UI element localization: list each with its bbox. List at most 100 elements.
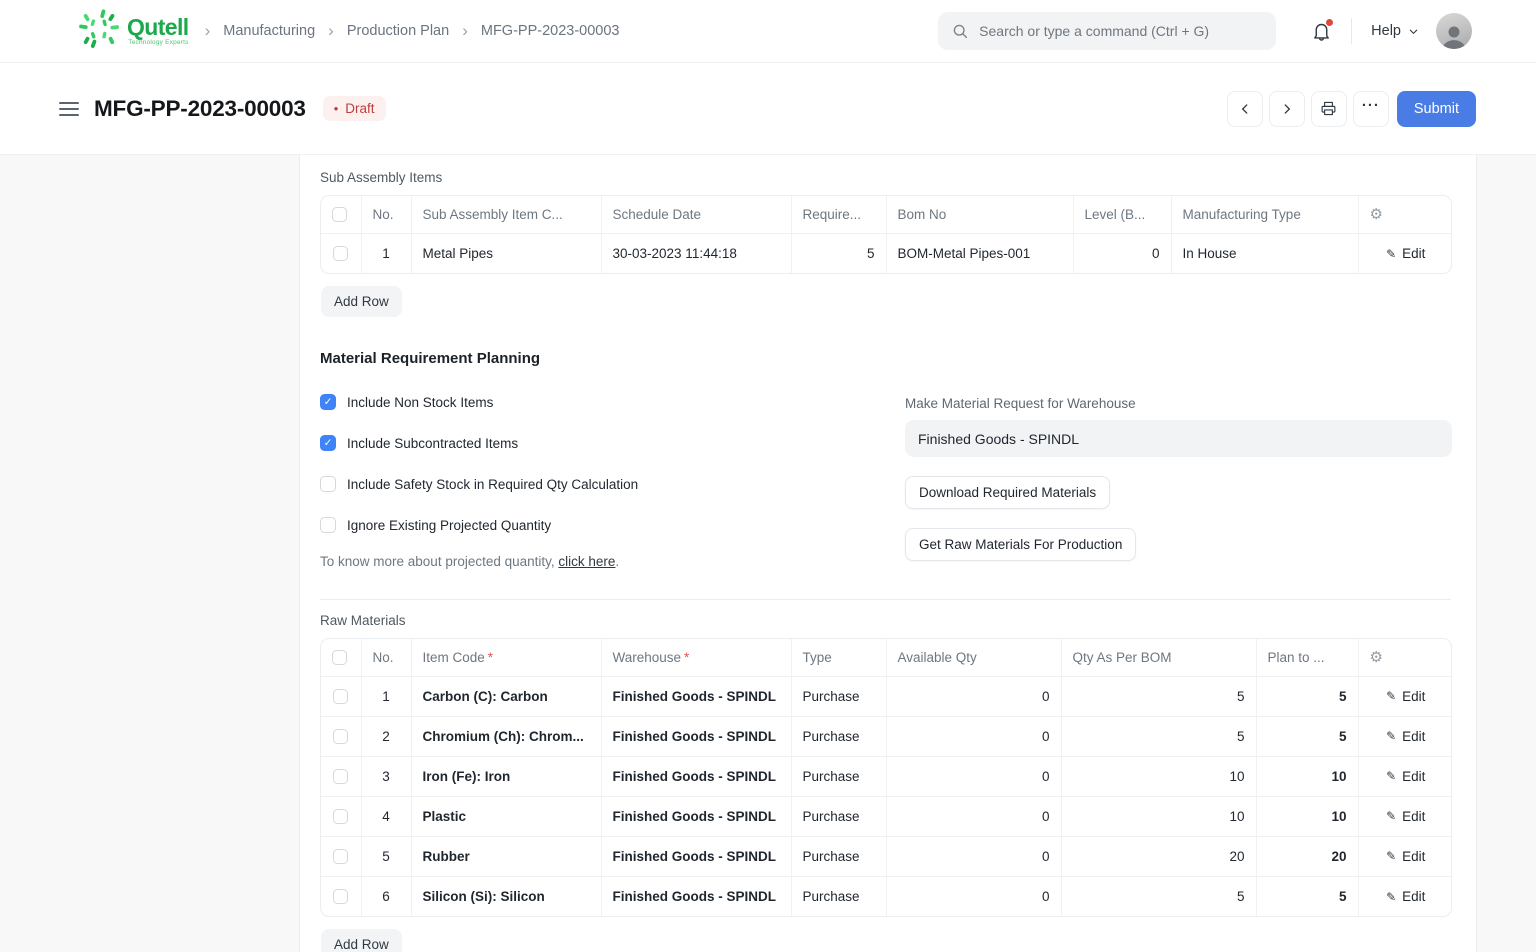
logo-tagline: Technology Experts [128, 40, 188, 47]
pencil-icon: ✎ [1386, 890, 1396, 904]
cell-type: Purchase [791, 796, 886, 836]
status-badge: • Draft [323, 96, 386, 121]
breadcrumb-item[interactable]: Manufacturing [223, 23, 315, 39]
row-checkbox[interactable] [333, 849, 348, 864]
edit-label: Edit [1402, 849, 1425, 864]
pencil-icon: ✎ [1386, 247, 1396, 261]
grid-settings-icon[interactable]: ⚙ [1370, 649, 1383, 666]
edit-row-button[interactable]: ✎Edit [1386, 246, 1425, 261]
cell-schedule-date: 30-03-2023 11:44:18 [601, 233, 791, 273]
cell-plan-to: 10 [1256, 796, 1358, 836]
cell-warehouse: Finished Goods - SPINDL [601, 756, 791, 796]
row-checkbox[interactable] [333, 889, 348, 904]
sidebar-toggle-icon[interactable] [57, 98, 81, 120]
column-header: Plan to ... [1256, 639, 1358, 676]
cell-qty-as-per-bom: 5 [1061, 876, 1256, 916]
global-search[interactable] [938, 12, 1276, 50]
more-actions-button[interactable]: ··· [1353, 91, 1389, 127]
row-checkbox[interactable] [333, 689, 348, 704]
column-header: Available Qty [886, 639, 1061, 676]
cell-plan-to: 5 [1256, 676, 1358, 716]
column-header: Bom No [886, 196, 1073, 233]
table-row: 5RubberFinished Goods - SPINDLPurchase02… [321, 836, 1452, 876]
row-checkbox[interactable] [333, 246, 348, 261]
cell-no: 1 [361, 676, 411, 716]
cell-item-code: Silicon (Si): Silicon [411, 876, 601, 916]
column-header-label: Item Code [423, 650, 485, 665]
click-here-link[interactable]: click here [558, 554, 615, 569]
cell-no: 5 [361, 836, 411, 876]
printer-icon [1320, 100, 1337, 117]
select-all-checkbox[interactable] [332, 207, 347, 222]
checkbox-label: Include Subcontracted Items [347, 436, 518, 451]
breadcrumb-item[interactable]: MFG-PP-2023-00003 [481, 23, 620, 39]
select-all-checkbox[interactable] [332, 650, 347, 665]
cell-bom-no: BOM-Metal Pipes-001 [886, 233, 1073, 273]
notifications-button[interactable] [1311, 21, 1332, 42]
table-row: 1Metal Pipes30-03-2023 11:44:185BOM-Meta… [321, 233, 1452, 273]
edit-row-button[interactable]: ✎Edit [1386, 809, 1425, 824]
submit-button[interactable]: Submit [1397, 91, 1476, 127]
edit-label: Edit [1402, 689, 1425, 704]
app-logo[interactable]: Qutell Technology Experts [78, 7, 189, 56]
next-document-button[interactable] [1269, 91, 1305, 127]
checkbox[interactable] [320, 517, 336, 533]
print-button[interactable] [1311, 91, 1347, 127]
edit-label: Edit [1402, 769, 1425, 784]
user-avatar[interactable] [1436, 13, 1472, 49]
raw-materials-section-label: Raw Materials [320, 613, 1451, 628]
search-input[interactable] [979, 23, 1262, 39]
column-header: Schedule Date [601, 196, 791, 233]
raw-materials-add-row-button[interactable]: Add Row [321, 929, 402, 952]
edit-row-button[interactable]: ✎Edit [1386, 769, 1425, 784]
mrp-checkbox-row: Include Safety Stock in Required Qty Cal… [320, 476, 905, 492]
section-divider [320, 599, 1451, 600]
edit-row-button[interactable]: ✎Edit [1386, 729, 1425, 744]
download-required-materials-button[interactable]: Download Required Materials [905, 476, 1110, 509]
column-header-label: Qty As Per BOM [1073, 650, 1172, 665]
sub-assembly-add-row-button[interactable]: Add Row [321, 286, 402, 317]
row-checkbox[interactable] [333, 729, 348, 744]
edit-label: Edit [1402, 889, 1425, 904]
column-header-label: Require... [803, 207, 862, 222]
column-header-label: Level (B... [1085, 207, 1146, 222]
edit-row-button[interactable]: ✎Edit [1386, 849, 1425, 864]
edit-label: Edit [1402, 809, 1425, 824]
row-checkbox[interactable] [333, 809, 348, 824]
row-checkbox[interactable] [333, 769, 348, 784]
cell-plan-to: 20 [1256, 836, 1358, 876]
edit-label: Edit [1402, 729, 1425, 744]
mrp-checkbox-row: ✓ Include Non Stock Items [320, 394, 905, 410]
checkbox-label: Include Non Stock Items [347, 395, 493, 410]
previous-document-button[interactable] [1227, 91, 1263, 127]
column-header: Qty As Per BOM [1061, 639, 1256, 676]
checkbox[interactable]: ✓ [320, 435, 336, 451]
cell-item-code: Plastic [411, 796, 601, 836]
get-raw-materials-button[interactable]: Get Raw Materials For Production [905, 528, 1136, 561]
checkbox[interactable] [320, 476, 336, 492]
cell-qty-as-per-bom: 5 [1061, 716, 1256, 756]
note-text: To know more about projected quantity, [320, 554, 558, 569]
chevron-down-icon [1408, 26, 1419, 37]
search-icon [952, 23, 968, 39]
breadcrumb-item[interactable]: Production Plan [347, 23, 449, 39]
table-row: 4PlasticFinished Goods - SPINDLPurchase0… [321, 796, 1452, 836]
help-menu[interactable]: Help [1371, 23, 1419, 39]
column-header-label: Bom No [898, 207, 947, 222]
cell-plan-to: 5 [1256, 716, 1358, 756]
edit-row-button[interactable]: ✎Edit [1386, 689, 1425, 704]
edit-row-button[interactable]: ✎ Edit [1386, 889, 1425, 904]
sub-assembly-section-label: Sub Assembly Items [320, 170, 1451, 185]
app-window: Qutell Technology Experts ›Manufacturing… [0, 0, 1536, 952]
checkbox[interactable]: ✓ [320, 394, 336, 410]
page-header: MFG-PP-2023-00003 • Draft [0, 63, 1536, 155]
top-navbar: Qutell Technology Experts ›Manufacturing… [0, 0, 1536, 63]
warehouse-input[interactable] [905, 420, 1452, 457]
cell-item-code: Chromium (Ch): Chrom... [411, 716, 601, 756]
cell-available-qty: 0 [886, 876, 1061, 916]
column-header-label: Plan to ... [1268, 650, 1325, 665]
cell-qty-as-per-bom: 10 [1061, 796, 1256, 836]
projected-qty-note: To know more about projected quantity, c… [320, 554, 905, 569]
column-header-label: Warehouse [613, 650, 682, 665]
grid-settings-icon[interactable]: ⚙ [1370, 206, 1383, 223]
